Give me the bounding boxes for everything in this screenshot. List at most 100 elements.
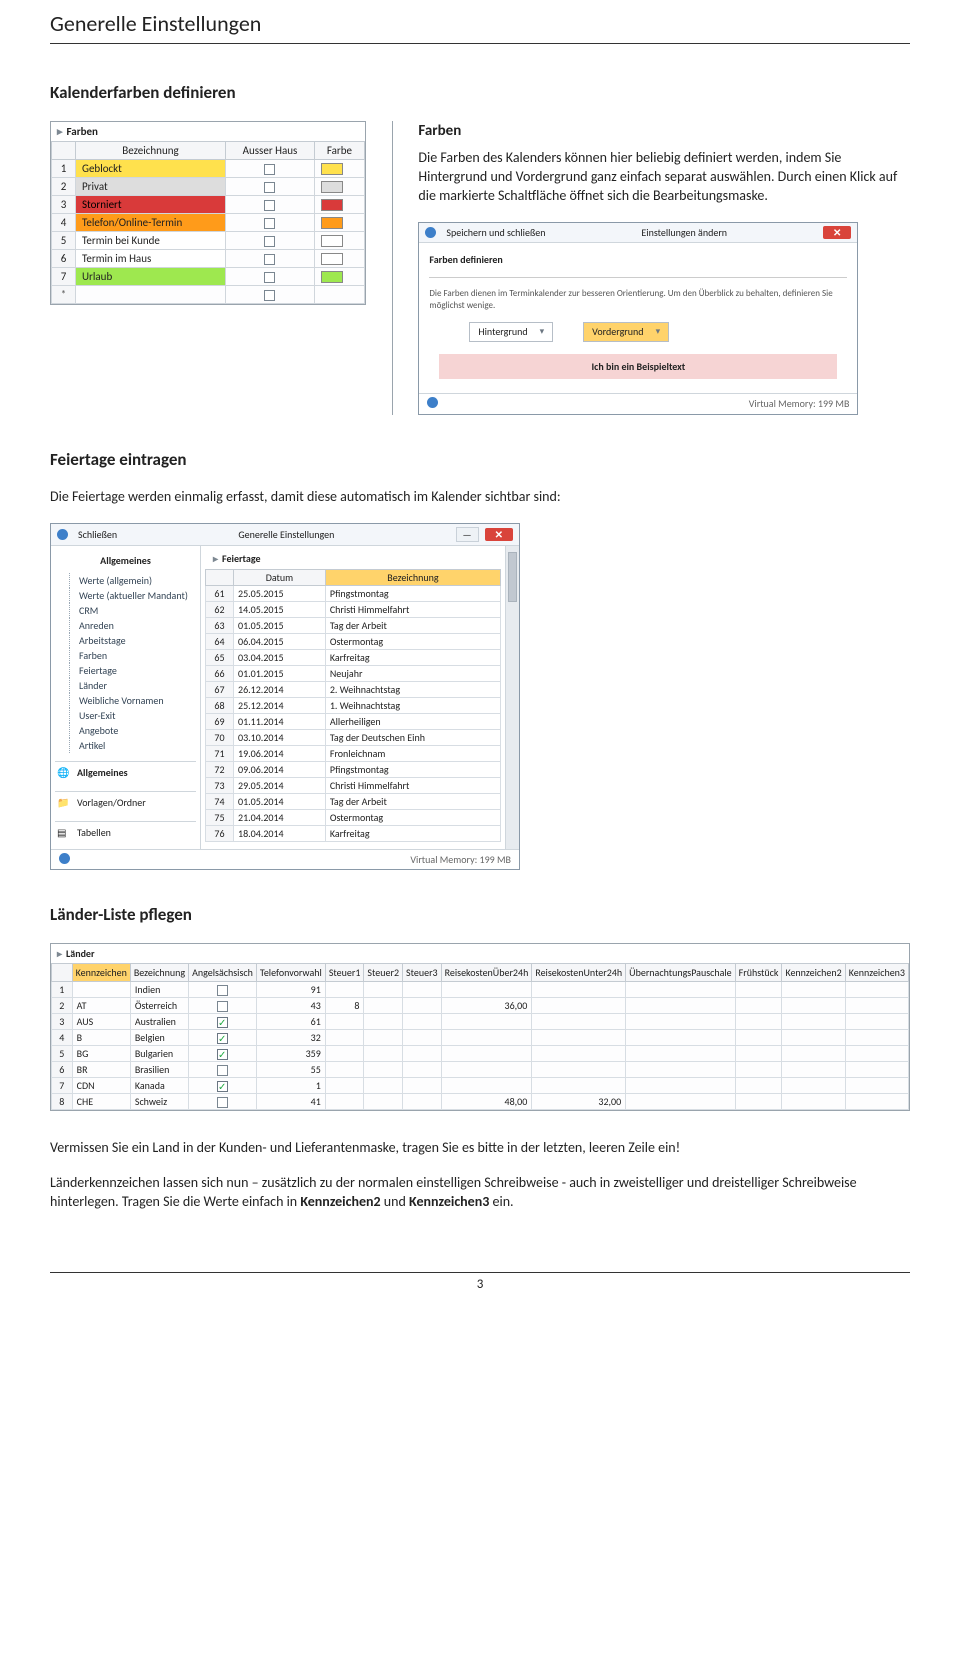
add-row[interactable]: * (52, 286, 76, 304)
bezeichnung-cell[interactable]: Storniert (76, 196, 226, 214)
section-vorlagen[interactable]: 📁Vorlagen/Ordner (55, 791, 196, 813)
bezeichnung-cell[interactable]: 1. Weihnachtstag (325, 697, 500, 713)
expand-icon[interactable]: ▸ (57, 125, 63, 138)
heading-laender: Länder-Liste pflegen (50, 904, 910, 925)
table-row[interactable]: 6BRBrasilien55 (52, 1062, 909, 1078)
bezeichnung-cell[interactable]: Termin im Haus (76, 250, 226, 268)
settings-tree[interactable]: Allgemeines Werte (allgemein)Werte (aktu… (51, 546, 201, 849)
datum-cell[interactable]: 25.12.2014 (234, 697, 326, 713)
tree-item[interactable]: Feiertage (65, 663, 196, 678)
tree-item[interactable]: Anreden (65, 618, 196, 633)
expand-icon[interactable]: ▸ (213, 552, 218, 565)
datum-cell[interactable]: 09.06.2014 (234, 761, 326, 777)
table-row[interactable]: 3AUSAustralien61 (52, 1013, 909, 1029)
text-farben: Die Farben des Kalenders können hier bel… (418, 149, 910, 206)
row-number: 67 (206, 681, 234, 697)
row-number: 73 (206, 777, 234, 793)
bezeichnung-cell[interactable]: Allerheiligen (325, 713, 500, 729)
bezeichnung-cell[interactable]: Christi Himmelfahrt (325, 601, 500, 617)
ausserhaus-checkbox[interactable] (226, 214, 315, 232)
hintergrund-dropdown[interactable]: Hintergrund▾ (469, 322, 553, 342)
datum-cell[interactable]: 01.11.2014 (234, 713, 326, 729)
datum-cell[interactable]: 26.12.2014 (234, 681, 326, 697)
tree-item[interactable]: Länder (65, 678, 196, 693)
farbe-swatch[interactable] (314, 268, 364, 286)
section-tabellen[interactable]: ▤Tabellen (55, 821, 196, 843)
tree-item[interactable]: CRM (65, 603, 196, 618)
close-icon[interactable]: ✕ (823, 226, 851, 240)
farbe-swatch[interactable] (314, 232, 364, 250)
bezeichnung-cell[interactable]: Fronleichnam (325, 745, 500, 761)
datum-cell[interactable]: 19.06.2014 (234, 745, 326, 761)
ausserhaus-checkbox[interactable] (226, 196, 315, 214)
text-kennzeichen: Länderkennzeichen lassen sich nun – zusä… (50, 1174, 910, 1212)
bezeichnung-cell[interactable]: Ostermontag (325, 633, 500, 649)
close-button[interactable]: Schließen (78, 528, 117, 541)
tree-item[interactable]: Farben (65, 648, 196, 663)
expand-icon[interactable]: ▸ (57, 947, 62, 960)
bezeichnung-cell[interactable]: Geblockt (76, 160, 226, 178)
save-button[interactable]: Speichern und schließen (446, 226, 545, 240)
datum-cell[interactable]: 01.05.2014 (234, 793, 326, 809)
row-number: 6 (52, 250, 76, 268)
bezeichnung-cell[interactable]: Ostermontag (325, 809, 500, 825)
tree-item[interactable]: Artikel (65, 738, 196, 753)
table-row[interactable]: 4BBelgien32 (52, 1029, 909, 1045)
row-number: 7 (52, 268, 76, 286)
table-row[interactable]: 2ATÖsterreich43836,00 (52, 997, 909, 1013)
table-row[interactable]: 7CDNKanada1 (52, 1078, 909, 1094)
farbe-swatch[interactable] (314, 178, 364, 196)
tree-item[interactable]: User-Exit (65, 708, 196, 723)
ausserhaus-checkbox[interactable] (226, 178, 315, 196)
bezeichnung-cell[interactable]: Termin bei Kunde (76, 232, 226, 250)
tree-item[interactable]: Weibliche Vornamen (65, 693, 196, 708)
datum-cell[interactable]: 01.05.2015 (234, 617, 326, 633)
tree-item[interactable]: Werte (aktueller Mandant) (65, 588, 196, 603)
datum-cell[interactable]: 29.05.2014 (234, 777, 326, 793)
vordergrund-dropdown[interactable]: Vordergrund▾ (583, 322, 669, 342)
bezeichnung-cell[interactable]: Tag der Arbeit (325, 617, 500, 633)
farbe-swatch[interactable] (314, 250, 364, 268)
datum-cell[interactable]: 01.01.2015 (234, 665, 326, 681)
table-row[interactable]: 1Indien91 (52, 981, 909, 997)
memory-status: Virtual Memory: 199 MB (749, 397, 850, 411)
section-allgemeines[interactable]: 🌐Allgemeines (55, 761, 196, 783)
ausserhaus-checkbox[interactable] (226, 232, 315, 250)
tree-item[interactable]: Arbeitstage (65, 633, 196, 648)
datum-cell[interactable]: 14.05.2015 (234, 601, 326, 617)
bezeichnung-cell[interactable]: Karfreitag (325, 649, 500, 665)
farbe-swatch[interactable] (314, 196, 364, 214)
heading-kalenderfarben: Kalenderfarben definieren (50, 82, 910, 103)
datum-cell[interactable]: 18.04.2014 (234, 825, 326, 841)
table-row[interactable]: 8CHESchweiz4148,0032,00 (52, 1094, 909, 1110)
bezeichnung-cell[interactable]: Pfingstmontag (325, 761, 500, 777)
bezeichnung-cell[interactable]: Neujahr (325, 665, 500, 681)
bezeichnung-cell[interactable]: Karfreitag (325, 825, 500, 841)
bezeichnung-cell[interactable]: Urlaub (76, 268, 226, 286)
bezeichnung-cell[interactable]: Telefon/Online-Termin (76, 214, 226, 232)
ausserhaus-checkbox[interactable] (226, 268, 315, 286)
datum-cell[interactable]: 25.05.2015 (234, 585, 326, 601)
folder-icon: 📁 (57, 796, 71, 809)
row-number: 76 (206, 825, 234, 841)
tree-item[interactable]: Werte (allgemein) (65, 573, 196, 588)
bezeichnung-cell[interactable]: Privat (76, 178, 226, 196)
datum-cell[interactable]: 03.10.2014 (234, 729, 326, 745)
minimize-icon[interactable]: — (456, 527, 479, 542)
tree-item[interactable]: Angebote (65, 723, 196, 738)
table-row[interactable]: 5BGBulgarien359 (52, 1046, 909, 1062)
bezeichnung-cell[interactable]: Christi Himmelfahrt (325, 777, 500, 793)
datum-cell[interactable]: 03.04.2015 (234, 649, 326, 665)
bezeichnung-cell[interactable]: Tag der Arbeit (325, 793, 500, 809)
bezeichnung-cell[interactable]: 2. Weihnachtstag (325, 681, 500, 697)
scrollbar[interactable] (505, 546, 519, 849)
farbe-swatch[interactable] (314, 160, 364, 178)
bezeichnung-cell[interactable]: Pfingstmontag (325, 585, 500, 601)
close-icon[interactable]: ✕ (485, 528, 513, 541)
ausserhaus-checkbox[interactable] (226, 160, 315, 178)
datum-cell[interactable]: 06.04.2015 (234, 633, 326, 649)
datum-cell[interactable]: 21.04.2014 (234, 809, 326, 825)
bezeichnung-cell[interactable]: Tag der Deutschen Einh (325, 729, 500, 745)
farbe-swatch[interactable] (314, 214, 364, 232)
ausserhaus-checkbox[interactable] (226, 250, 315, 268)
